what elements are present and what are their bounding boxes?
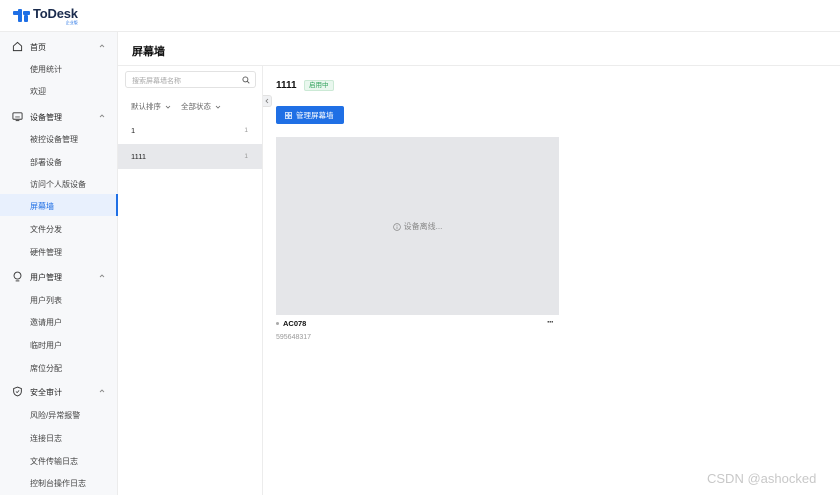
sidebar-item-label: 屏幕墙 bbox=[30, 202, 54, 211]
sidebar-item-connection-logs[interactable]: 连接日志 bbox=[0, 426, 118, 448]
sidebar: 首页 使用统计 欢迎 设备管理 被控设备管理 部署设备 访问个人版设备 屏幕墙 … bbox=[0, 32, 118, 495]
sort-label: 默认排序 bbox=[131, 102, 161, 111]
sidebar-item-user-list[interactable]: 用户列表 bbox=[0, 288, 118, 310]
sidebar-item-console-logs[interactable]: 控制台操作日志 bbox=[0, 471, 118, 493]
search-placeholder: 搜索屏幕墙名称 bbox=[132, 78, 181, 85]
top-bar: ToDesk 企业版 bbox=[0, 0, 840, 32]
shield-icon bbox=[13, 386, 22, 397]
sort-dropdown[interactable]: 默认排序 bbox=[131, 101, 171, 112]
list-item[interactable]: 1111 1 bbox=[118, 144, 262, 169]
offline-text: 设备离线... bbox=[403, 222, 443, 231]
wall-row-name: 1 bbox=[131, 126, 136, 135]
monitor-icon bbox=[12, 112, 23, 122]
sidebar-item-file-distribution[interactable]: 文件分发 bbox=[0, 217, 118, 239]
status-filter-label: 全部状态 bbox=[181, 102, 211, 111]
chevron-down-icon bbox=[215, 105, 221, 109]
chevron-left-icon bbox=[265, 98, 269, 104]
sidebar-item-label: 临时用户 bbox=[30, 341, 62, 350]
search-input[interactable]: 搜索屏幕墙名称 bbox=[125, 71, 256, 88]
more-options-button[interactable]: ··· bbox=[547, 317, 554, 327]
sidebar-item-label: 硬件管理 bbox=[30, 248, 62, 257]
nav-group-label: 安全审计 bbox=[30, 388, 62, 397]
sidebar-item-screen-wall[interactable]: 屏幕墙 bbox=[0, 194, 118, 216]
device-name: AC078 bbox=[283, 319, 307, 328]
nav-group-label: 设备管理 bbox=[30, 113, 62, 122]
logo-edition: 企业版 bbox=[65, 20, 78, 25]
nav-group-user-management[interactable]: 用户管理 bbox=[0, 265, 118, 287]
nav-group-label: 首页 bbox=[30, 43, 46, 52]
info-icon bbox=[392, 222, 401, 231]
sidebar-item-hardware[interactable]: 硬件管理 bbox=[0, 240, 118, 262]
device-screen-card[interactable]: 设备离线... bbox=[276, 137, 559, 315]
sidebar-item-seat-allocation[interactable]: 席位分配 bbox=[0, 356, 118, 378]
sidebar-item-label: 被控设备管理 bbox=[30, 135, 78, 144]
manage-button-label: 管理屏幕墙 bbox=[296, 110, 334, 120]
sidebar-item-temp-users[interactable]: 临时用户 bbox=[0, 333, 118, 355]
device-id: 595648317 bbox=[276, 334, 312, 341]
sidebar-item-label: 连接日志 bbox=[30, 434, 62, 443]
sidebar-item-personal-devices[interactable]: 访问个人版设备 bbox=[0, 172, 118, 194]
nav-group-security-audit[interactable]: 安全审计 bbox=[0, 380, 118, 402]
list-item[interactable]: 1 1 bbox=[118, 118, 262, 143]
page-title: 屏幕墙 bbox=[132, 46, 165, 58]
chevron-up-icon[interactable] bbox=[98, 387, 106, 395]
logo-name: ToDesk bbox=[33, 6, 78, 21]
status-badge: 启用中 bbox=[304, 80, 334, 91]
sidebar-item-usage-stats[interactable]: 使用统计 bbox=[0, 57, 118, 79]
logo-mark-icon bbox=[13, 9, 30, 23]
wall-row-count: 1 bbox=[244, 153, 248, 160]
home-icon bbox=[12, 41, 23, 52]
manage-screen-wall-button[interactable]: 管理屏幕墙 bbox=[276, 106, 344, 124]
status-filter-dropdown[interactable]: 全部状态 bbox=[181, 101, 221, 112]
sidebar-item-label: 使用统计 bbox=[30, 65, 62, 74]
sidebar-item-welcome[interactable]: 欢迎 bbox=[0, 79, 118, 101]
sidebar-item-label: 邀请用户 bbox=[30, 318, 62, 327]
offline-message: 设备离线... bbox=[276, 221, 559, 232]
sidebar-item-label: 控制台操作日志 bbox=[30, 479, 86, 488]
sidebar-item-label: 席位分配 bbox=[30, 364, 62, 373]
nav-group-home[interactable]: 首页 bbox=[0, 35, 118, 57]
wall-name: 1111 bbox=[276, 80, 297, 91]
collapse-panel-button[interactable] bbox=[263, 95, 272, 107]
chevron-up-icon[interactable] bbox=[98, 272, 106, 280]
sidebar-item-deploy-devices[interactable]: 部署设备 bbox=[0, 150, 118, 172]
device-status-dot bbox=[276, 322, 279, 325]
sidebar-item-label: 部署设备 bbox=[30, 158, 62, 167]
sidebar-item-file-transfer-logs[interactable]: 文件传输日志 bbox=[0, 449, 118, 471]
screen-wall-list-panel: 搜索屏幕墙名称 默认排序 全部状态 1 1 1111 1 bbox=[118, 66, 263, 495]
user-icon bbox=[13, 271, 22, 282]
search-icon[interactable] bbox=[242, 76, 250, 84]
sidebar-item-risk-alerts[interactable]: 风险/异常报警 bbox=[0, 403, 118, 425]
watermark: CSDN @ashocked bbox=[707, 471, 817, 486]
sidebar-item-label: 风险/异常报警 bbox=[30, 411, 81, 420]
wall-row-name: 1111 bbox=[131, 152, 147, 161]
todesk-logo[interactable]: ToDesk 企业版 bbox=[13, 7, 78, 26]
sidebar-item-label: 文件传输日志 bbox=[30, 457, 78, 466]
nav-group-device-management[interactable]: 设备管理 bbox=[0, 105, 118, 127]
nav-group-label: 用户管理 bbox=[30, 273, 62, 282]
chevron-up-icon[interactable] bbox=[98, 42, 106, 50]
sidebar-item-invite-users[interactable]: 邀请用户 bbox=[0, 310, 118, 332]
chevron-up-icon[interactable] bbox=[98, 112, 106, 120]
chevron-down-icon bbox=[165, 105, 171, 109]
sidebar-item-label: 访问个人版设备 bbox=[30, 180, 86, 189]
sidebar-item-label: 欢迎 bbox=[30, 87, 46, 96]
sidebar-item-label: 用户列表 bbox=[30, 296, 62, 305]
sidebar-item-label: 文件分发 bbox=[30, 225, 62, 234]
grid-icon bbox=[285, 111, 292, 119]
sidebar-item-controlled-devices[interactable]: 被控设备管理 bbox=[0, 127, 118, 149]
wall-row-count: 1 bbox=[244, 127, 248, 134]
